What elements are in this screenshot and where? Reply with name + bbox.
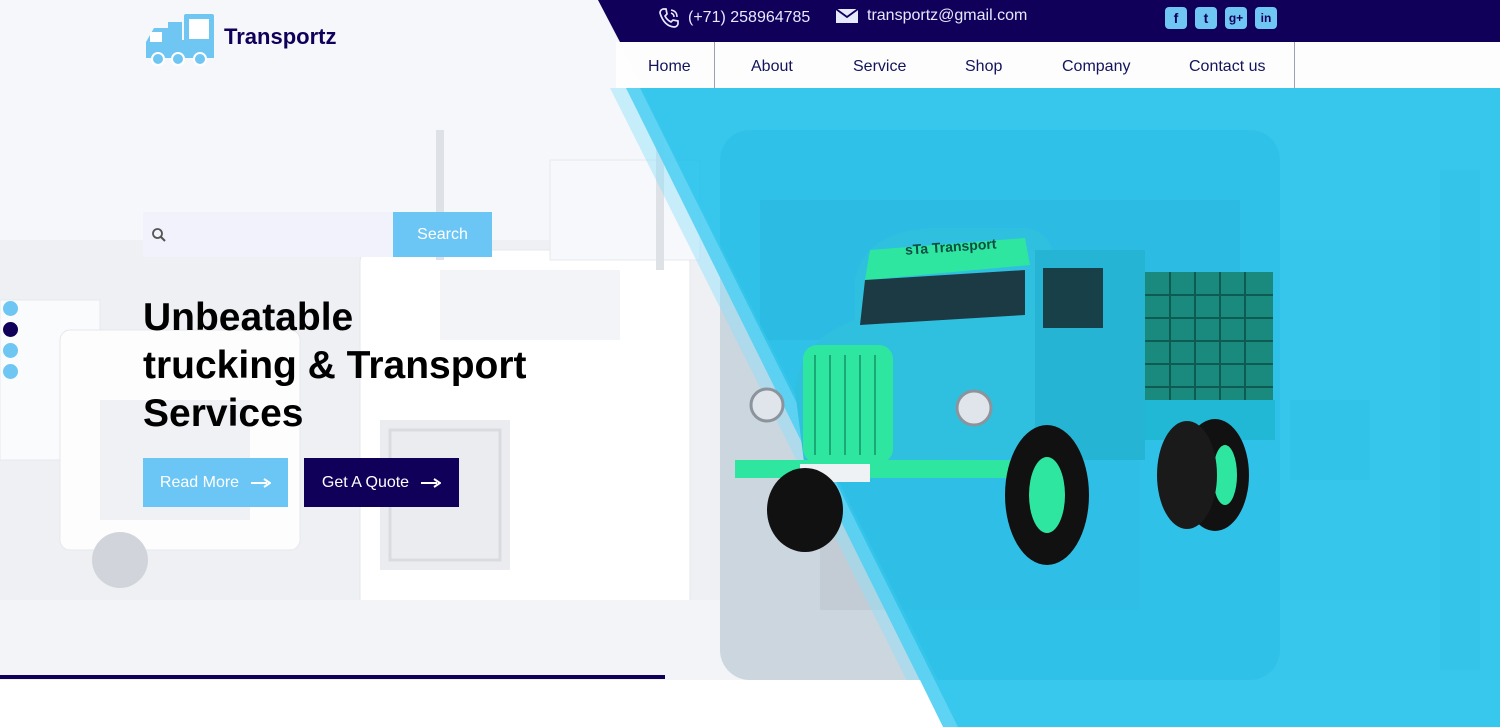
facebook-icon[interactable]: f [1165, 7, 1187, 29]
phone-contact[interactable]: (+71) 258964785 [658, 7, 810, 29]
truck-illustration: sTa Transport [735, 228, 1275, 565]
slider-dot-1[interactable] [3, 301, 18, 316]
slider-dot-2[interactable] [3, 322, 18, 337]
top-contact-bar: (+71) 258964785 transportz@gmail.com f t… [598, 0, 1500, 42]
section-bottom-band [0, 680, 943, 727]
nav-contact-us[interactable]: Contact us [1189, 58, 1265, 76]
nav-home[interactable]: Home [648, 58, 691, 76]
main-nav: Home About Service Shop Company Contact … [616, 42, 1500, 88]
slider-dots [3, 301, 18, 385]
nav-divider [714, 42, 715, 88]
arrow-right-icon [251, 477, 272, 488]
slider-dot-4[interactable] [3, 364, 18, 379]
search-field [143, 212, 393, 257]
hero-title-line-1: Unbeatable [143, 296, 354, 339]
search-button[interactable]: Search [393, 212, 492, 257]
nav-service[interactable]: Service [853, 58, 906, 76]
mail-icon [835, 8, 859, 23]
search-input[interactable] [173, 213, 377, 256]
email-address: transportz@gmail.com [867, 7, 1028, 24]
read-more-button[interactable]: Read More [143, 458, 288, 507]
search-icon [152, 227, 166, 242]
slider-dot-3[interactable] [3, 343, 18, 358]
hero-title: Unbeatable trucking & Transport Services [143, 294, 583, 438]
hero-title-line-3: Services [143, 392, 304, 435]
hero-bottom-bar [0, 675, 665, 679]
nav-about[interactable]: About [751, 58, 793, 76]
search-bar: Search [143, 212, 492, 257]
nav-divider [1294, 42, 1295, 88]
get-quote-label: Get A Quote [321, 473, 410, 491]
email-contact[interactable]: transportz@gmail.com [835, 7, 1027, 25]
google-plus-icon[interactable]: g+ [1225, 7, 1247, 29]
get-quote-button[interactable]: Get A Quote [304, 458, 459, 507]
linkedin-icon[interactable]: in [1255, 7, 1277, 29]
nav-shop[interactable]: Shop [965, 58, 1002, 76]
arrow-right-icon [421, 477, 442, 488]
phone-number: (+71) 258964785 [688, 9, 811, 26]
hero-title-line-2: trucking & Transport [143, 344, 527, 387]
brand-logo[interactable]: Transportz [144, 14, 336, 66]
social-links: f t g+ in [1165, 7, 1277, 29]
phone-icon [659, 8, 679, 28]
read-more-label: Read More [159, 473, 240, 491]
twitter-icon[interactable]: t [1195, 7, 1217, 29]
nav-company[interactable]: Company [1062, 58, 1130, 76]
truck-icon [146, 14, 214, 66]
brand-name: Transportz [224, 24, 337, 49]
